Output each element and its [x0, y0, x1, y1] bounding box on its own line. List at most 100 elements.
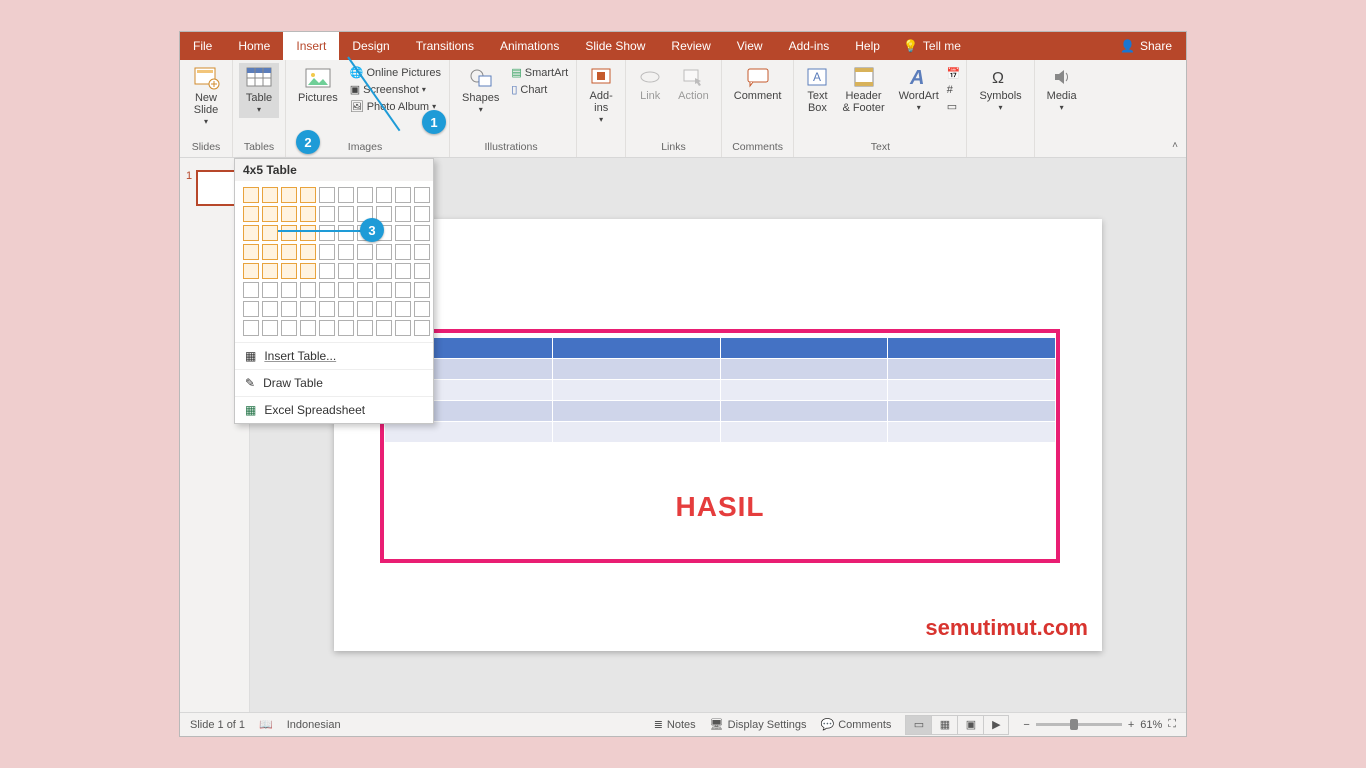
- notes-button[interactable]: ≣Notes: [654, 718, 696, 731]
- grid-cell[interactable]: [262, 301, 278, 317]
- grid-cell[interactable]: [395, 320, 411, 336]
- tab-addins[interactable]: Add-ins: [776, 32, 843, 60]
- grid-cell[interactable]: [357, 263, 373, 279]
- symbols-button[interactable]: Ω Symbols ▾: [973, 63, 1027, 116]
- grid-cell[interactable]: [338, 282, 354, 298]
- share-button[interactable]: 👤 Share: [1106, 32, 1186, 60]
- grid-cell[interactable]: [300, 282, 316, 298]
- grid-cell[interactable]: [281, 244, 297, 260]
- slideshow-view-button[interactable]: ▶: [983, 715, 1009, 735]
- grid-cell[interactable]: [262, 206, 278, 222]
- comments-button[interactable]: 💬Comments: [821, 718, 892, 731]
- grid-cell[interactable]: [414, 320, 430, 336]
- grid-cell[interactable]: [357, 282, 373, 298]
- grid-cell[interactable]: [319, 282, 335, 298]
- spellcheck-icon[interactable]: 📖: [259, 718, 273, 731]
- media-button[interactable]: Media ▾: [1041, 63, 1083, 116]
- grid-cell[interactable]: [414, 263, 430, 279]
- grid-cell[interactable]: [319, 206, 335, 222]
- grid-cell[interactable]: [414, 225, 430, 241]
- grid-cell[interactable]: [395, 187, 411, 203]
- excel-spreadsheet-item[interactable]: ▦Excel Spreadsheet: [235, 396, 433, 423]
- grid-cell[interactable]: [243, 282, 259, 298]
- grid-cell[interactable]: [376, 282, 392, 298]
- grid-cell[interactable]: [319, 263, 335, 279]
- grid-cell[interactable]: [300, 320, 316, 336]
- new-slide-button[interactable]: New Slide ▾: [186, 63, 226, 130]
- grid-cell[interactable]: [338, 301, 354, 317]
- tab-help[interactable]: Help: [842, 32, 893, 60]
- grid-cell[interactable]: [243, 187, 259, 203]
- grid-cell[interactable]: [395, 263, 411, 279]
- grid-cell[interactable]: [414, 187, 430, 203]
- table-button[interactable]: Table ▾: [239, 63, 279, 118]
- grid-cell[interactable]: [243, 244, 259, 260]
- grid-cell[interactable]: [319, 187, 335, 203]
- grid-cell[interactable]: [338, 244, 354, 260]
- sorter-view-button[interactable]: ▦: [931, 715, 957, 735]
- tab-slideshow[interactable]: Slide Show: [572, 32, 658, 60]
- shapes-button[interactable]: Shapes ▾: [456, 63, 505, 118]
- grid-cell[interactable]: [376, 187, 392, 203]
- tab-view[interactable]: View: [724, 32, 776, 60]
- fit-to-window-button[interactable]: ⛶: [1168, 718, 1176, 731]
- grid-cell[interactable]: [300, 225, 316, 241]
- grid-cell[interactable]: [262, 282, 278, 298]
- tab-transitions[interactable]: Transitions: [403, 32, 487, 60]
- grid-cell[interactable]: [281, 206, 297, 222]
- action-button[interactable]: Action: [672, 63, 715, 105]
- grid-cell[interactable]: [243, 320, 259, 336]
- grid-cell[interactable]: [357, 301, 373, 317]
- grid-cell[interactable]: [338, 187, 354, 203]
- grid-cell[interactable]: [414, 206, 430, 222]
- grid-cell[interactable]: [357, 244, 373, 260]
- grid-cell[interactable]: [281, 263, 297, 279]
- zoom-in-button[interactable]: +: [1128, 719, 1134, 731]
- comment-button[interactable]: Comment: [728, 63, 788, 105]
- grid-cell[interactable]: [357, 320, 373, 336]
- grid-cell[interactable]: [395, 244, 411, 260]
- link-button[interactable]: Link: [632, 63, 668, 105]
- grid-cell[interactable]: [281, 320, 297, 336]
- grid-cell[interactable]: [281, 301, 297, 317]
- header-footer-button[interactable]: Header & Footer: [836, 63, 890, 117]
- grid-cell[interactable]: [376, 263, 392, 279]
- collapse-ribbon-icon[interactable]: ˄: [1172, 140, 1178, 151]
- grid-cell[interactable]: [243, 301, 259, 317]
- grid-cell[interactable]: [395, 301, 411, 317]
- grid-cell[interactable]: [319, 320, 335, 336]
- grid-cell[interactable]: [281, 282, 297, 298]
- addins-button[interactable]: Add- ins ▾: [583, 63, 619, 128]
- grid-cell[interactable]: [262, 263, 278, 279]
- screenshot-button[interactable]: ▣Screenshot▾: [348, 82, 443, 97]
- smartart-button[interactable]: ▤SmartArt: [509, 65, 570, 80]
- grid-cell[interactable]: [243, 225, 259, 241]
- object-icon[interactable]: ▭: [947, 100, 961, 113]
- tab-review[interactable]: Review: [658, 32, 723, 60]
- language-indicator[interactable]: Indonesian: [287, 719, 341, 731]
- date-time-icon[interactable]: 📅: [947, 67, 961, 80]
- grid-cell[interactable]: [319, 225, 335, 241]
- pictures-button[interactable]: Pictures: [292, 63, 344, 107]
- grid-cell[interactable]: [300, 301, 316, 317]
- tab-insert[interactable]: Insert: [283, 32, 339, 60]
- display-settings-button[interactable]: 🖥Display Settings: [710, 718, 807, 731]
- grid-cell[interactable]: [338, 225, 354, 241]
- grid-cell[interactable]: [357, 187, 373, 203]
- grid-cell[interactable]: [243, 206, 259, 222]
- grid-cell[interactable]: [376, 244, 392, 260]
- grid-cell[interactable]: [376, 320, 392, 336]
- grid-cell[interactable]: [376, 301, 392, 317]
- grid-cell[interactable]: [395, 282, 411, 298]
- grid-cell[interactable]: [414, 282, 430, 298]
- reading-view-button[interactable]: ▣: [957, 715, 983, 735]
- table-size-grid[interactable]: [235, 181, 433, 342]
- grid-cell[interactable]: [262, 187, 278, 203]
- grid-cell[interactable]: [262, 320, 278, 336]
- textbox-button[interactable]: A Text Box: [800, 63, 834, 117]
- grid-cell[interactable]: [414, 301, 430, 317]
- grid-cell[interactable]: [300, 244, 316, 260]
- chart-button[interactable]: ▯Chart: [509, 82, 570, 97]
- slide-number-icon[interactable]: #: [947, 84, 961, 96]
- grid-cell[interactable]: [319, 301, 335, 317]
